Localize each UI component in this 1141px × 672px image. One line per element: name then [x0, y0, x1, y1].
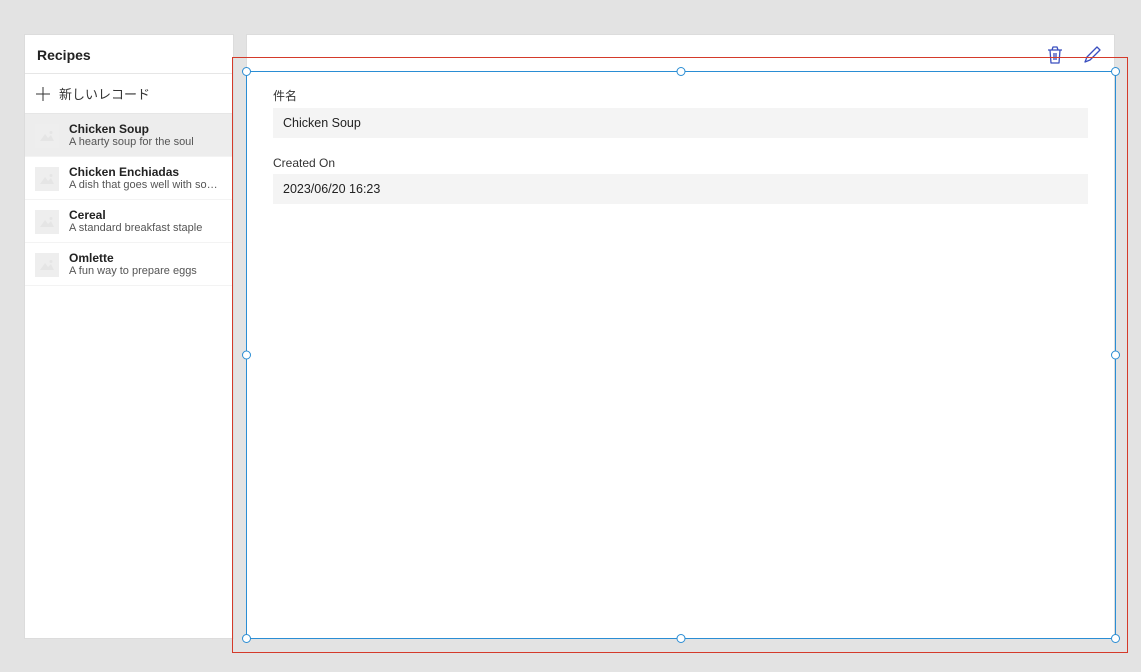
list-item[interactable]: Chicken Enchiadas A dish that goes well … — [25, 157, 233, 200]
app-root: Recipes 新しいレコード Chicken Soup A hearty so… — [24, 34, 1115, 639]
list-item-subtitle: A fun way to prepare eggs — [69, 265, 197, 277]
field-value-subject[interactable]: Chicken Soup — [273, 108, 1088, 138]
image-placeholder-icon — [35, 253, 59, 277]
list-item[interactable]: Chicken Soup A hearty soup for the soul — [25, 114, 233, 157]
trash-icon[interactable] — [1046, 45, 1064, 70]
list-item-subtitle: A hearty soup for the soul — [69, 136, 194, 148]
list-item-text: Omlette A fun way to prepare eggs — [69, 251, 197, 277]
list-item-subtitle: A standard breakfast staple — [69, 222, 202, 234]
list-item[interactable]: Omlette A fun way to prepare eggs — [25, 243, 233, 286]
list-item-title: Cereal — [69, 208, 202, 222]
list-item-text: Chicken Soup A hearty soup for the soul — [69, 122, 194, 148]
sidebar-title: Recipes — [25, 35, 233, 74]
new-record-label: 新しいレコード — [59, 84, 150, 103]
record-list: Chicken Soup A hearty soup for the soul … — [25, 114, 233, 638]
image-placeholder-icon — [35, 124, 59, 148]
pencil-icon[interactable] — [1082, 45, 1102, 70]
detail-form: 件名 Chicken Soup Created On 2023/06/20 16… — [273, 87, 1088, 222]
list-item-text: Cereal A standard breakfast staple — [69, 208, 202, 234]
image-placeholder-icon — [35, 167, 59, 191]
list-item[interactable]: Cereal A standard breakfast staple — [25, 200, 233, 243]
detail-pane: 件名 Chicken Soup Created On 2023/06/20 16… — [246, 34, 1115, 639]
field-label-subject: 件名 — [273, 87, 1088, 104]
sidebar: Recipes 新しいレコード Chicken Soup A hearty so… — [24, 34, 234, 639]
list-item-title: Chicken Enchiadas — [69, 165, 223, 179]
list-item-title: Chicken Soup — [69, 122, 194, 136]
detail-toolbar — [1046, 45, 1102, 70]
new-record-button[interactable]: 新しいレコード — [25, 74, 233, 114]
field-label-created-on: Created On — [273, 156, 1088, 170]
image-placeholder-icon — [35, 210, 59, 234]
list-item-subtitle: A dish that goes well with sour cream — [69, 179, 223, 191]
list-item-text: Chicken Enchiadas A dish that goes well … — [69, 165, 223, 191]
plus-icon — [35, 86, 51, 102]
list-item-title: Omlette — [69, 251, 197, 265]
field-value-created-on[interactable]: 2023/06/20 16:23 — [273, 174, 1088, 204]
